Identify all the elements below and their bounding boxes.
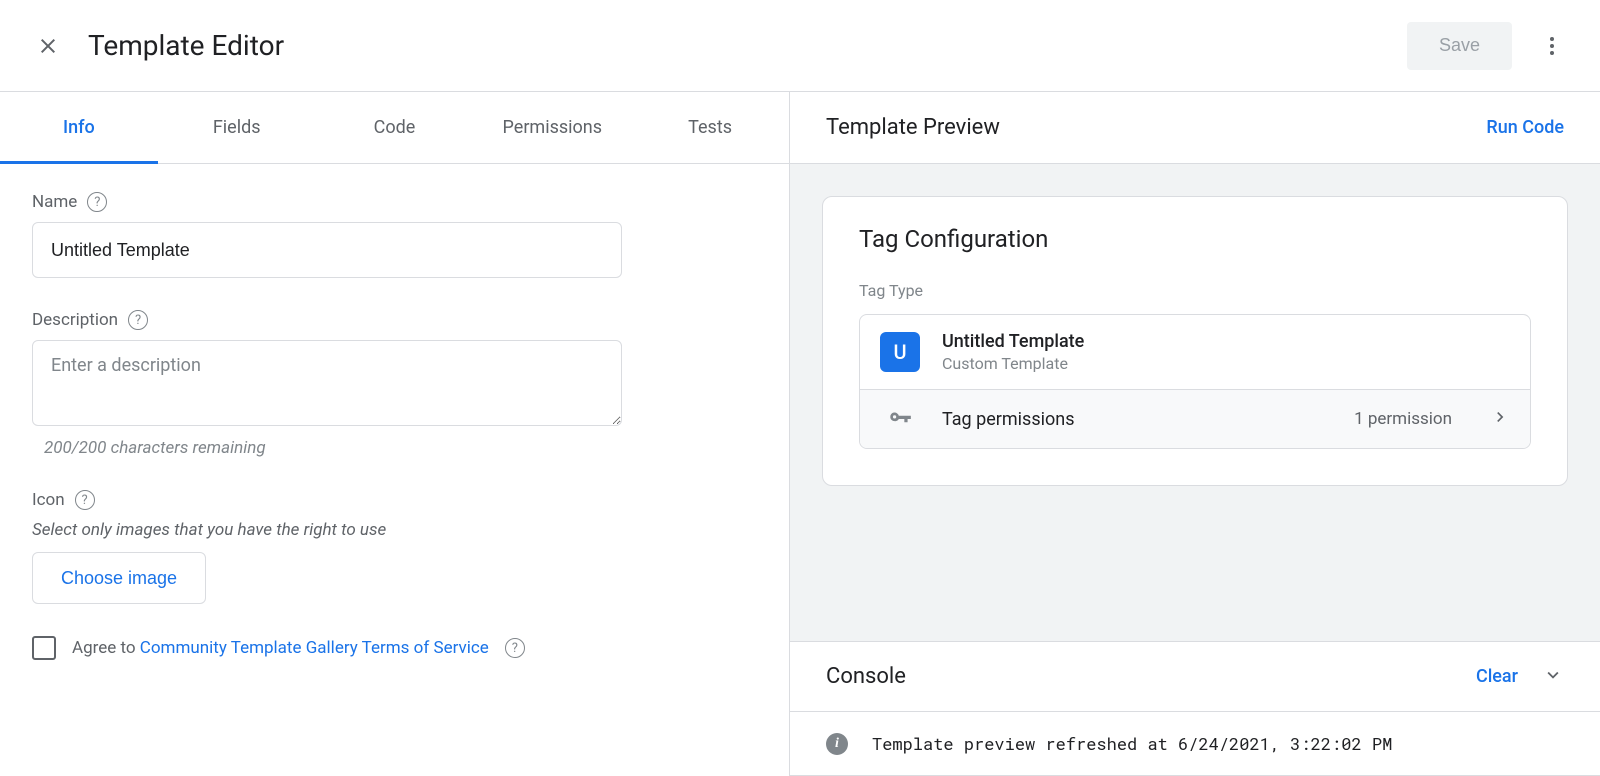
more-button[interactable] (1528, 22, 1576, 70)
tab-permissions[interactable]: Permissions (473, 92, 631, 163)
name-input[interactable] (32, 222, 622, 278)
template-name: Untitled Template (942, 331, 1510, 352)
description-label: Description (32, 310, 118, 330)
permissions-count: 1 permission (1354, 409, 1452, 429)
tab-tests[interactable]: Tests (631, 92, 789, 163)
agree-text: Agree to Community Template Gallery Term… (72, 638, 489, 658)
info-icon: i (826, 733, 848, 755)
key-icon (880, 406, 920, 432)
card-title: Tag Configuration (859, 225, 1531, 253)
console-title: Console (826, 664, 1476, 689)
icon-hint: Select only images that you have the rig… (32, 520, 757, 540)
description-input[interactable] (32, 340, 622, 426)
template-letter-icon: U (880, 332, 920, 372)
icon-label: Icon (32, 490, 65, 510)
preview-title: Template Preview (826, 115, 1000, 140)
tag-block: U Untitled Template Custom Template Tag … (859, 314, 1531, 449)
char-count: 200/200 characters remaining (44, 438, 757, 458)
permissions-label: Tag permissions (942, 409, 1332, 430)
chevron-right-icon (1490, 407, 1510, 431)
choose-image-button[interactable]: Choose image (32, 552, 206, 604)
console-row: i Template preview refreshed at 6/24/202… (790, 712, 1600, 776)
template-sub: Custom Template (942, 354, 1510, 373)
tos-link[interactable]: Community Template Gallery Terms of Serv… (140, 638, 489, 658)
tag-type-label: Tag Type (859, 281, 1531, 300)
tab-code[interactable]: Code (316, 92, 474, 163)
agree-row: Agree to Community Template Gallery Term… (32, 636, 757, 660)
tag-config-card: Tag Configuration Tag Type U Untitled Te… (822, 196, 1568, 486)
more-vert-icon (1540, 34, 1564, 58)
preview-header: Template Preview Run Code (790, 92, 1600, 164)
name-label: Name (32, 192, 77, 212)
tag-permissions-row[interactable]: Tag permissions 1 permission (860, 389, 1530, 448)
chevron-down-icon[interactable] (1542, 664, 1564, 690)
tabs: Info Fields Code Permissions Tests (0, 92, 789, 164)
agree-checkbox[interactable] (32, 636, 56, 660)
help-icon[interactable]: ? (128, 310, 148, 330)
page-title: Template Editor (88, 29, 1407, 62)
tab-info[interactable]: Info (0, 92, 158, 163)
right-pane: Template Preview Run Code Tag Configurat… (790, 92, 1600, 776)
preview-body: Tag Configuration Tag Type U Untitled Te… (790, 164, 1600, 642)
tag-type-row[interactable]: U Untitled Template Custom Template (860, 315, 1530, 389)
header: Template Editor Save (0, 0, 1600, 92)
console-message: Template preview refreshed at 6/24/2021,… (872, 732, 1392, 755)
help-icon[interactable]: ? (87, 192, 107, 212)
left-pane: Info Fields Code Permissions Tests Name … (0, 92, 790, 776)
form-area: Name ? Description ? 200/200 characters … (0, 164, 789, 688)
clear-button[interactable]: Clear (1476, 666, 1518, 687)
console-header: Console Clear (790, 642, 1600, 712)
close-icon (36, 34, 60, 58)
run-code-button[interactable]: Run Code (1486, 117, 1564, 138)
help-icon[interactable]: ? (75, 490, 95, 510)
save-button[interactable]: Save (1407, 22, 1512, 70)
close-button[interactable] (24, 22, 72, 70)
tab-fields[interactable]: Fields (158, 92, 316, 163)
help-icon[interactable]: ? (505, 638, 525, 658)
